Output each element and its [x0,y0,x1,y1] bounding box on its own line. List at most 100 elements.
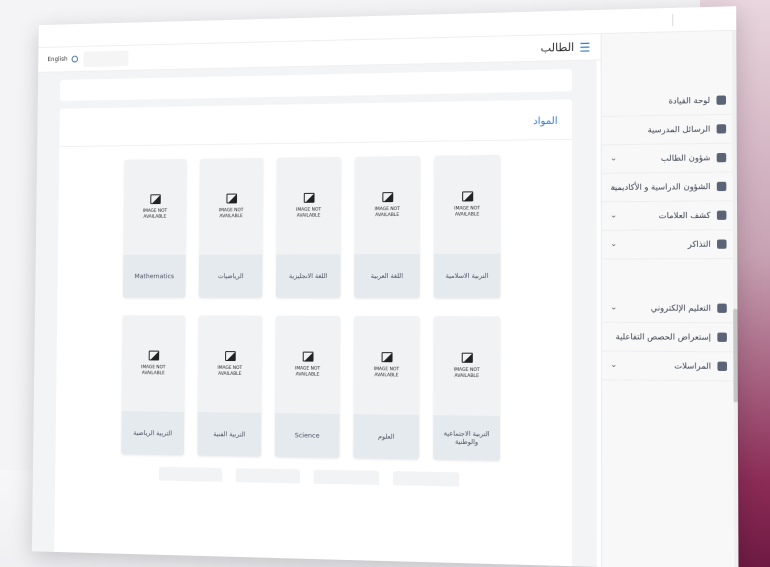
chevron-down-icon[interactable]: ⌄ [610,210,617,219]
dashboard-icon [716,95,727,105]
image-not-available: IMAGE NOT AVAILABLE [375,207,400,218]
sidebar-item[interactable]: ⌄ المراسلات [601,351,738,382]
sidebar-item[interactable]: ⌄ التعليم الإلكتروني [601,294,738,324]
image-icon [303,192,315,203]
subject-name[interactable]: Science [274,413,340,459]
subject-image: IMAGE NOT AVAILABLE [354,156,420,254]
sidebar-item[interactable]: الرسائل المدرسية [601,114,737,146]
subject-tile[interactable]: IMAGE NOT AVAILABLE العلوم [353,315,420,460]
chevron-down-icon[interactable]: ⌄ [610,182,617,191]
laptop-icon [716,239,727,249]
image-not-available: IMAGE NOT AVAILABLE [217,366,242,377]
subjects-card: المواد IMAGE NOT AVAILABLE Mathematics IMAG… [54,99,572,567]
sidebar-item[interactable]: ⌄ كشف العلامات [601,201,738,231]
subject-name[interactable]: الرياضيات [198,254,263,298]
sidebar-menu: لوحة القيادة الرسائل المدرسية ⌄ شؤون الطالب… [601,74,738,382]
subject-tile[interactable]: IMAGE NOT AVAILABLE الرياضيات [198,157,264,298]
subject-name[interactable]: اللغة الانجليزية [275,254,341,298]
subject-name[interactable]: التربية الاسلامية [433,253,501,299]
chevron-down-icon[interactable]: ⌄ [610,239,617,248]
subject-tile[interactable]: IMAGE NOT AVAILABLE التربية الاسلامية [433,154,501,299]
brand: الطالب ☰ [541,40,591,55]
subject-name[interactable]: التربية الفنية [197,412,262,457]
sidebar-item[interactable]: إستعراض الحصص التفاعلية [601,322,738,353]
image-icon [461,352,473,363]
sidebar-item-label: الشؤون الدراسية و الأكاديمية [610,181,711,193]
image-icon [461,191,473,202]
partial-tile [392,471,460,487]
image-not-available: IMAGE NOT AVAILABLE [219,208,244,219]
subject-tile[interactable]: IMAGE NOT AVAILABLE اللغة العربية [354,155,421,299]
language-switcher[interactable]: English [47,50,129,67]
subject-image: IMAGE NOT AVAILABLE [434,155,501,254]
chevron-down-icon[interactable]: ⌄ [610,302,617,311]
sidebar-item[interactable]: لوحة القيادة [601,86,737,118]
sidebar-item-label: التعليم الإلكتروني [650,303,711,313]
image-not-available: IMAGE NOT AVAILABLE [295,367,320,378]
image-icon [225,193,237,204]
scrollbar-thumb[interactable] [733,308,738,403]
image-icon [302,351,314,362]
sidebar-item-label: كشف العلامات [658,210,711,221]
image-icon [149,194,161,205]
camera-icon [717,332,727,342]
sidebar-item-label: الرسائل المدرسية [647,124,711,135]
subject-image: IMAGE NOT AVAILABLE [199,158,263,255]
subject-image: IMAGE NOT AVAILABLE [123,159,186,255]
envelope-icon [717,361,728,372]
placeholder-line: AVAILABLE [219,213,243,219]
placeholder-line: AVAILABLE [218,371,242,377]
briefcase-icon [716,181,727,192]
partial-tile [235,468,301,484]
sidebar-item[interactable]: ⌄ شؤون الطالب [601,143,737,174]
subject-name[interactable]: التربية الاجتماعية والوطنية [433,415,501,461]
placeholder-line: AVAILABLE [375,212,400,218]
drop-icon [716,210,727,220]
subject-image: IMAGE NOT AVAILABLE [276,157,341,254]
subject-tile[interactable]: IMAGE NOT AVAILABLE التربية الاجتماعية وال… [433,316,501,461]
subject-tile[interactable]: IMAGE NOT AVAILABLE التربية الرياضية [121,315,186,456]
image-not-available: IMAGE NOT AVAILABLE [374,367,400,378]
sidebar-item[interactable]: ⌄ الشؤون الدراسية و الأكاديمية [601,172,737,203]
placeholder-line: IMAGE NOT [296,207,322,213]
placeholder-line: IMAGE NOT [454,206,481,212]
subject-tile[interactable]: IMAGE NOT AVAILABLE Mathematics [122,158,187,298]
sidebar-item-label: إستعراض الحصص التفاعلية [615,332,712,342]
image-not-available: IMAGE NOT AVAILABLE [454,368,480,379]
megaphone-icon [716,124,727,134]
language-label[interactable]: English [48,56,68,63]
sidebar-item-label: المراسلات [674,361,712,371]
placeholder-line: AVAILABLE [296,213,321,219]
subject-image: IMAGE NOT AVAILABLE [122,315,186,412]
subject-tile[interactable]: IMAGE NOT AVAILABLE اللغة الانجليزية [275,156,342,298]
placeholder-line: AVAILABLE [374,372,399,378]
menu-spacer [602,259,737,294]
partial-tile [313,469,380,485]
subject-name[interactable]: التربية الرياضية [121,411,185,456]
partial-tile [158,466,223,482]
placeholder-line: IMAGE NOT [374,207,400,213]
image-icon [381,192,393,203]
subject-name[interactable]: العلوم [353,414,420,460]
header-search-input[interactable] [83,50,129,67]
brand-title: الطالب [540,40,575,55]
sidebar-item[interactable]: ⌄ التذاكر [601,230,738,260]
globe-icon[interactable] [71,55,78,63]
subjects-grid: IMAGE NOT AVAILABLE Mathematics IMAGE NOT AV… [55,140,571,462]
app-window: English الطالب ☰ لوحة القيادة الرسائل الم… [31,6,739,567]
subject-name[interactable]: Mathematics [122,254,186,298]
subject-name[interactable]: اللغة العربية [354,253,420,299]
menu-toggle-icon[interactable]: ☰ [579,40,590,54]
image-not-available: IMAGE NOT AVAILABLE [143,209,167,220]
subject-tile[interactable]: IMAGE NOT AVAILABLE Science [274,315,341,459]
top-divider [672,13,674,27]
chevron-down-icon[interactable]: ⌄ [610,153,617,162]
placeholder-line: AVAILABLE [143,214,167,220]
subject-tile[interactable]: IMAGE NOT AVAILABLE التربية الفنية [197,315,263,457]
sidebar-item-label: التذاكر [687,239,711,249]
placeholder-line: AVAILABLE [141,370,165,376]
sidebar: لوحة القيادة الرسائل المدرسية ⌄ شؤون الطالب… [600,30,739,567]
image-not-available: IMAGE NOT AVAILABLE [141,365,165,376]
sidebar-item-label: لوحة القيادة [668,95,711,106]
chevron-down-icon[interactable]: ⌄ [610,360,617,369]
